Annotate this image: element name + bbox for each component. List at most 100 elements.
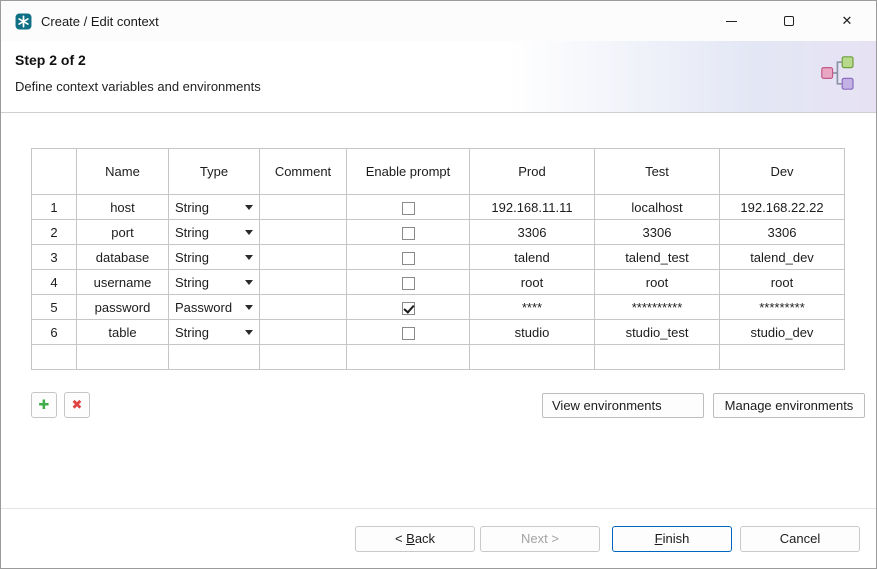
enable-prompt-checkbox[interactable] [402, 327, 415, 340]
dialog-window: Create / Edit context ✕ Step 2 of 2 Defi… [0, 0, 877, 569]
enable-prompt-checkbox[interactable] [402, 227, 415, 240]
window-controls: ✕ [702, 1, 876, 41]
dropdown-arrow-icon[interactable] [245, 280, 253, 285]
table-actions-row: ✚ ✖ View environments Manage environment… [31, 392, 844, 418]
cell-comment[interactable] [260, 245, 347, 270]
cell-dev[interactable]: 192.168.22.22 [720, 195, 845, 220]
view-environments-button[interactable]: View environments [542, 393, 704, 418]
cell-dev[interactable] [720, 345, 845, 370]
enable-prompt-checkbox[interactable] [402, 277, 415, 290]
row-number [32, 345, 77, 370]
cell-type[interactable]: String [169, 220, 260, 245]
cell-name[interactable] [77, 345, 169, 370]
back-button[interactable]: < Back [355, 526, 475, 552]
cell-test[interactable] [595, 345, 720, 370]
next-button: Next > [480, 526, 600, 552]
cell-comment[interactable] [260, 195, 347, 220]
type-value: String [175, 225, 209, 240]
row-number: 5 [32, 295, 77, 320]
row-number: 3 [32, 245, 77, 270]
cell-comment[interactable] [260, 345, 347, 370]
cell-prod[interactable] [470, 345, 595, 370]
add-variable-button[interactable]: ✚ [31, 392, 57, 418]
enable-prompt-checkbox[interactable] [402, 202, 415, 215]
cell-comment[interactable] [260, 220, 347, 245]
cell-type[interactable]: String [169, 320, 260, 345]
close-button[interactable]: ✕ [818, 1, 876, 41]
dropdown-arrow-icon[interactable] [245, 255, 253, 260]
cell-name[interactable]: password [77, 295, 169, 320]
cell-name[interactable]: port [77, 220, 169, 245]
dropdown-arrow-icon[interactable] [245, 305, 253, 310]
type-value: String [175, 250, 209, 265]
table-row-empty [32, 345, 845, 370]
cell-comment[interactable] [260, 320, 347, 345]
cell-test[interactable]: ********** [595, 295, 720, 320]
column-header-name: Name [77, 149, 169, 195]
content-area: Name Type Comment Enable prompt Prod Tes… [1, 113, 876, 508]
cell-type[interactable] [169, 345, 260, 370]
type-value: Password [175, 300, 232, 315]
footer-button-bar: < Back Next > Finish Cancel [1, 508, 876, 568]
cell-type[interactable]: String [169, 195, 260, 220]
window-title: Create / Edit context [41, 14, 159, 29]
app-icon [15, 13, 32, 30]
cell-dev[interactable]: studio_dev [720, 320, 845, 345]
cell-dev[interactable]: ********* [720, 295, 845, 320]
column-header-type: Type [169, 149, 260, 195]
cell-prod[interactable]: **** [470, 295, 595, 320]
cell-test[interactable]: studio_test [595, 320, 720, 345]
cell-name[interactable]: table [77, 320, 169, 345]
cell-dev[interactable]: talend_dev [720, 245, 845, 270]
dropdown-arrow-icon[interactable] [245, 230, 253, 235]
table-row: 2 port String 3306 3306 3306 [32, 220, 845, 245]
cell-prod[interactable]: root [470, 270, 595, 295]
cell-test[interactable]: 3306 [595, 220, 720, 245]
cancel-button[interactable]: Cancel [740, 526, 860, 552]
cell-prod[interactable]: 3306 [470, 220, 595, 245]
cell-type[interactable]: String [169, 270, 260, 295]
row-number: 2 [32, 220, 77, 245]
cell-enable-prompt [347, 220, 470, 245]
cell-name[interactable]: database [77, 245, 169, 270]
cell-dev[interactable]: 3306 [720, 220, 845, 245]
maximize-button[interactable] [760, 1, 818, 41]
manage-environments-button[interactable]: Manage environments [713, 393, 865, 418]
cell-test[interactable]: talend_test [595, 245, 720, 270]
enable-prompt-checkbox[interactable] [402, 252, 415, 265]
cell-name[interactable]: username [77, 270, 169, 295]
finish-button[interactable]: Finish [612, 526, 732, 552]
context-variables-table: Name Type Comment Enable prompt Prod Tes… [31, 148, 845, 370]
step-title: Step 2 of 2 [15, 52, 862, 68]
type-value: String [175, 275, 209, 290]
step-subtitle: Define context variables and environment… [15, 79, 862, 94]
cell-prod[interactable]: talend [470, 245, 595, 270]
remove-variable-button[interactable]: ✖ [64, 392, 90, 418]
finish-label: F [655, 531, 663, 546]
cell-test[interactable]: localhost [595, 195, 720, 220]
wizard-header: Step 2 of 2 Define context variables and… [1, 41, 876, 113]
table-row: 5 password Password **** ********** ****… [32, 295, 845, 320]
dropdown-arrow-icon[interactable] [245, 205, 253, 210]
close-icon: ✕ [842, 15, 853, 28]
cell-type[interactable]: Password [169, 295, 260, 320]
cell-type[interactable]: String [169, 245, 260, 270]
column-header-enable-prompt: Enable prompt [347, 149, 470, 195]
cell-prod[interactable]: studio [470, 320, 595, 345]
enable-prompt-checkbox[interactable] [402, 302, 415, 315]
cell-enable-prompt [347, 270, 470, 295]
cell-dev[interactable]: root [720, 270, 845, 295]
plus-icon: ✚ [39, 399, 50, 412]
cell-enable-prompt [347, 345, 470, 370]
cell-comment[interactable] [260, 295, 347, 320]
back-label: < [395, 531, 406, 546]
cell-name[interactable]: host [77, 195, 169, 220]
maximize-icon [784, 16, 794, 26]
column-header-test: Test [595, 149, 720, 195]
cell-comment[interactable] [260, 270, 347, 295]
cell-test[interactable]: root [595, 270, 720, 295]
dropdown-arrow-icon[interactable] [245, 330, 253, 335]
cell-prod[interactable]: 192.168.11.11 [470, 195, 595, 220]
titlebar: Create / Edit context ✕ [1, 1, 876, 41]
minimize-button[interactable] [702, 1, 760, 41]
